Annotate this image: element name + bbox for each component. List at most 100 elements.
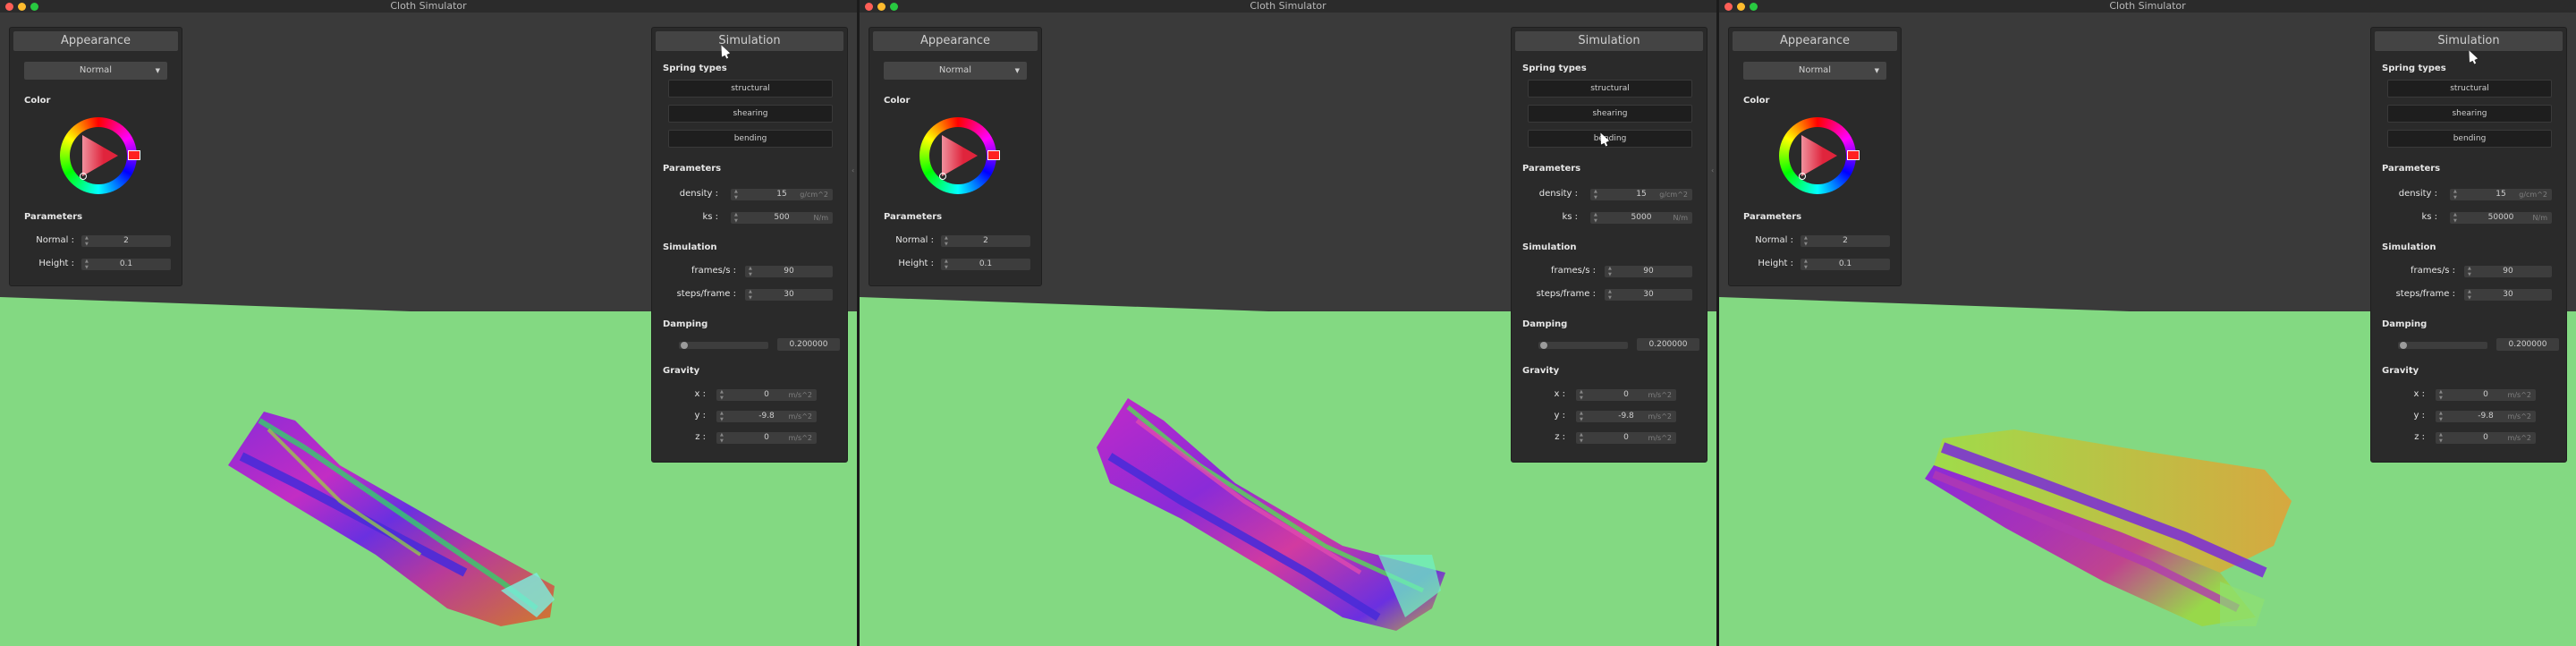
appearance-panel: Appearance Normal ▼ Color Parameters Nor… bbox=[869, 27, 1042, 286]
damping-slider[interactable] bbox=[679, 342, 768, 349]
appearance-panel-title[interactable]: Appearance bbox=[873, 31, 1038, 51]
simulation-panel-title[interactable]: Simulation bbox=[656, 31, 843, 51]
parameters-label: Parameters bbox=[884, 212, 943, 222]
steps-value: 30 bbox=[1643, 290, 1654, 299]
title-bar[interactable]: Cloth Simulator bbox=[0, 0, 857, 13]
gravity-x-stepper[interactable]: ▲ ▼ 0 m/s^2 bbox=[1576, 389, 1676, 401]
normal-stepper[interactable]: ▲ ▼ 2 bbox=[1801, 235, 1890, 247]
spring-shearing-button[interactable]: shearing bbox=[2387, 105, 2552, 123]
chevron-down-icon: ▼ bbox=[1874, 67, 1879, 74]
sidebar-handle-icon[interactable]: ‹ bbox=[852, 166, 857, 175]
height-stepper[interactable]: ▲ ▼ 0.1 bbox=[1801, 259, 1890, 270]
density-stepper[interactable]: ▲ ▼ 15 g/cm^2 bbox=[2450, 189, 2552, 200]
gravity-z-stepper[interactable]: ▲ ▼ 0 m/s^2 bbox=[716, 432, 817, 444]
spring-structural-button[interactable]: structural bbox=[2387, 80, 2552, 98]
density-stepper[interactable]: ▲ ▼ 15 g/cm^2 bbox=[731, 189, 833, 200]
normal-stepper[interactable]: ▲ ▼ 2 bbox=[81, 235, 171, 247]
damping-slider-knob[interactable] bbox=[1539, 342, 1547, 349]
shading-mode-dropdown[interactable]: Normal ▼ bbox=[1743, 62, 1886, 80]
damping-value[interactable]: 0.200000 bbox=[1637, 338, 1699, 351]
gravity-y-unit: m/s^2 bbox=[2507, 412, 2531, 421]
ks-unit: N/m bbox=[2532, 214, 2547, 222]
color-wheel[interactable] bbox=[60, 117, 140, 194]
shading-mode-value: Normal bbox=[79, 65, 113, 75]
gravity-y-stepper[interactable]: ▲ ▼ -9.8 m/s^2 bbox=[1576, 411, 1676, 422]
color-label: Color bbox=[24, 96, 51, 106]
steps-stepper[interactable]: ▲ ▼ 30 bbox=[745, 289, 833, 301]
damping-slider-knob[interactable] bbox=[680, 342, 688, 349]
damping-slider-knob[interactable] bbox=[2399, 342, 2407, 349]
spring-structural-button[interactable]: structural bbox=[668, 80, 833, 98]
gravity-x-stepper[interactable]: ▲ ▼ 0 m/s^2 bbox=[2436, 389, 2536, 401]
appearance-panel-title[interactable]: Appearance bbox=[1733, 31, 1897, 51]
gravity-y-label: y : bbox=[2413, 411, 2425, 421]
color-label: Color bbox=[1743, 96, 1770, 106]
shading-mode-dropdown[interactable]: Normal ▼ bbox=[24, 62, 167, 80]
appearance-panel-title[interactable]: Appearance bbox=[13, 31, 178, 51]
parameters-label: Parameters bbox=[2382, 164, 2441, 174]
simulation-section-label: Simulation bbox=[2382, 242, 2436, 252]
steps-stepper[interactable]: ▲ ▼ 30 bbox=[1605, 289, 1692, 301]
gravity-y-stepper[interactable]: ▲ ▼ -9.8 m/s^2 bbox=[2436, 411, 2536, 422]
damping-value[interactable]: 0.200000 bbox=[777, 338, 840, 351]
title-bar[interactable]: Cloth Simulator bbox=[860, 0, 1716, 13]
density-label: density : bbox=[679, 189, 718, 199]
spring-shearing-button[interactable]: shearing bbox=[1528, 105, 1692, 123]
chevron-down-icon: ▼ bbox=[155, 67, 160, 74]
hue-marker[interactable] bbox=[1847, 150, 1860, 160]
hue-marker[interactable] bbox=[128, 150, 140, 160]
gravity-z-stepper[interactable]: ▲ ▼ 0 m/s^2 bbox=[1576, 432, 1676, 444]
spring-bending-button[interactable]: bending bbox=[2387, 130, 2552, 148]
steps-value: 30 bbox=[784, 290, 794, 299]
simulation-panel: Simulation Spring types structural shear… bbox=[1511, 27, 1707, 463]
color-picker-marker[interactable] bbox=[80, 173, 87, 180]
color-picker-marker[interactable] bbox=[1799, 173, 1806, 180]
gravity-z-label: z : bbox=[1555, 432, 1565, 442]
spring-structural-button[interactable]: structural bbox=[1528, 80, 1692, 98]
color-picker-marker[interactable] bbox=[939, 173, 946, 180]
normal-label: Normal : bbox=[1755, 235, 1793, 245]
height-value: 0.1 bbox=[979, 259, 993, 268]
simulator-window-3: Cloth Simulator Appearance Normal ▼ Colo… bbox=[1719, 0, 2576, 646]
fps-stepper[interactable]: ▲ ▼ 90 bbox=[745, 266, 833, 277]
gravity-y-stepper[interactable]: ▲ ▼ -9.8 m/s^2 bbox=[716, 411, 817, 422]
ks-stepper[interactable]: ▲ ▼ 5000 N/m bbox=[1590, 212, 1692, 224]
gravity-z-stepper[interactable]: ▲ ▼ 0 m/s^2 bbox=[2436, 432, 2536, 444]
density-stepper[interactable]: ▲ ▼ 15 g/cm^2 bbox=[1590, 189, 1692, 200]
color-wheel[interactable] bbox=[1779, 117, 1860, 194]
simulation-panel-title[interactable]: Simulation bbox=[1515, 31, 1703, 51]
height-stepper[interactable]: ▲ ▼ 0.1 bbox=[81, 259, 171, 270]
steps-label: steps/frame : bbox=[676, 289, 736, 299]
height-value: 0.1 bbox=[1838, 259, 1852, 268]
fps-stepper[interactable]: ▲ ▼ 90 bbox=[2464, 266, 2552, 277]
damping-slider[interactable] bbox=[1538, 342, 1628, 349]
fps-label: frames/s : bbox=[691, 266, 736, 276]
simulator-window-1: Cloth Simulator ‹ Appearance Normal ▼ Co… bbox=[0, 0, 857, 646]
color-wheel[interactable] bbox=[919, 117, 1000, 194]
height-label: Height : bbox=[38, 259, 74, 268]
sidebar-handle-icon[interactable]: ‹ bbox=[1711, 166, 1716, 175]
gravity-x-stepper[interactable]: ▲ ▼ 0 m/s^2 bbox=[716, 389, 817, 401]
ks-label: ks : bbox=[1562, 212, 1578, 222]
ks-stepper[interactable]: ▲ ▼ 500 N/m bbox=[731, 212, 833, 224]
density-label: density : bbox=[2398, 189, 2437, 199]
hue-marker[interactable] bbox=[987, 150, 1000, 160]
damping-value[interactable]: 0.200000 bbox=[2496, 338, 2559, 351]
shading-mode-dropdown[interactable]: Normal ▼ bbox=[884, 62, 1027, 80]
ks-unit: N/m bbox=[813, 214, 828, 222]
spring-bending-button[interactable]: bending bbox=[668, 130, 833, 148]
window-title: Cloth Simulator bbox=[2109, 0, 2186, 12]
damping-slider[interactable] bbox=[2398, 342, 2487, 349]
ks-stepper[interactable]: ▲ ▼ 50000 N/m bbox=[2450, 212, 2552, 224]
fps-stepper[interactable]: ▲ ▼ 90 bbox=[1605, 266, 1692, 277]
steps-stepper[interactable]: ▲ ▼ 30 bbox=[2464, 289, 2552, 301]
height-value: 0.1 bbox=[119, 259, 133, 268]
title-bar[interactable]: Cloth Simulator bbox=[1719, 0, 2576, 13]
height-label: Height : bbox=[1758, 259, 1793, 268]
spring-shearing-button[interactable]: shearing bbox=[668, 105, 833, 123]
normal-stepper[interactable]: ▲ ▼ 2 bbox=[941, 235, 1030, 247]
spring-bending-button[interactable]: bending bbox=[1528, 130, 1692, 148]
density-label: density : bbox=[1538, 189, 1578, 199]
height-stepper[interactable]: ▲ ▼ 0.1 bbox=[941, 259, 1030, 270]
simulation-panel-title[interactable]: Simulation bbox=[2375, 31, 2563, 51]
